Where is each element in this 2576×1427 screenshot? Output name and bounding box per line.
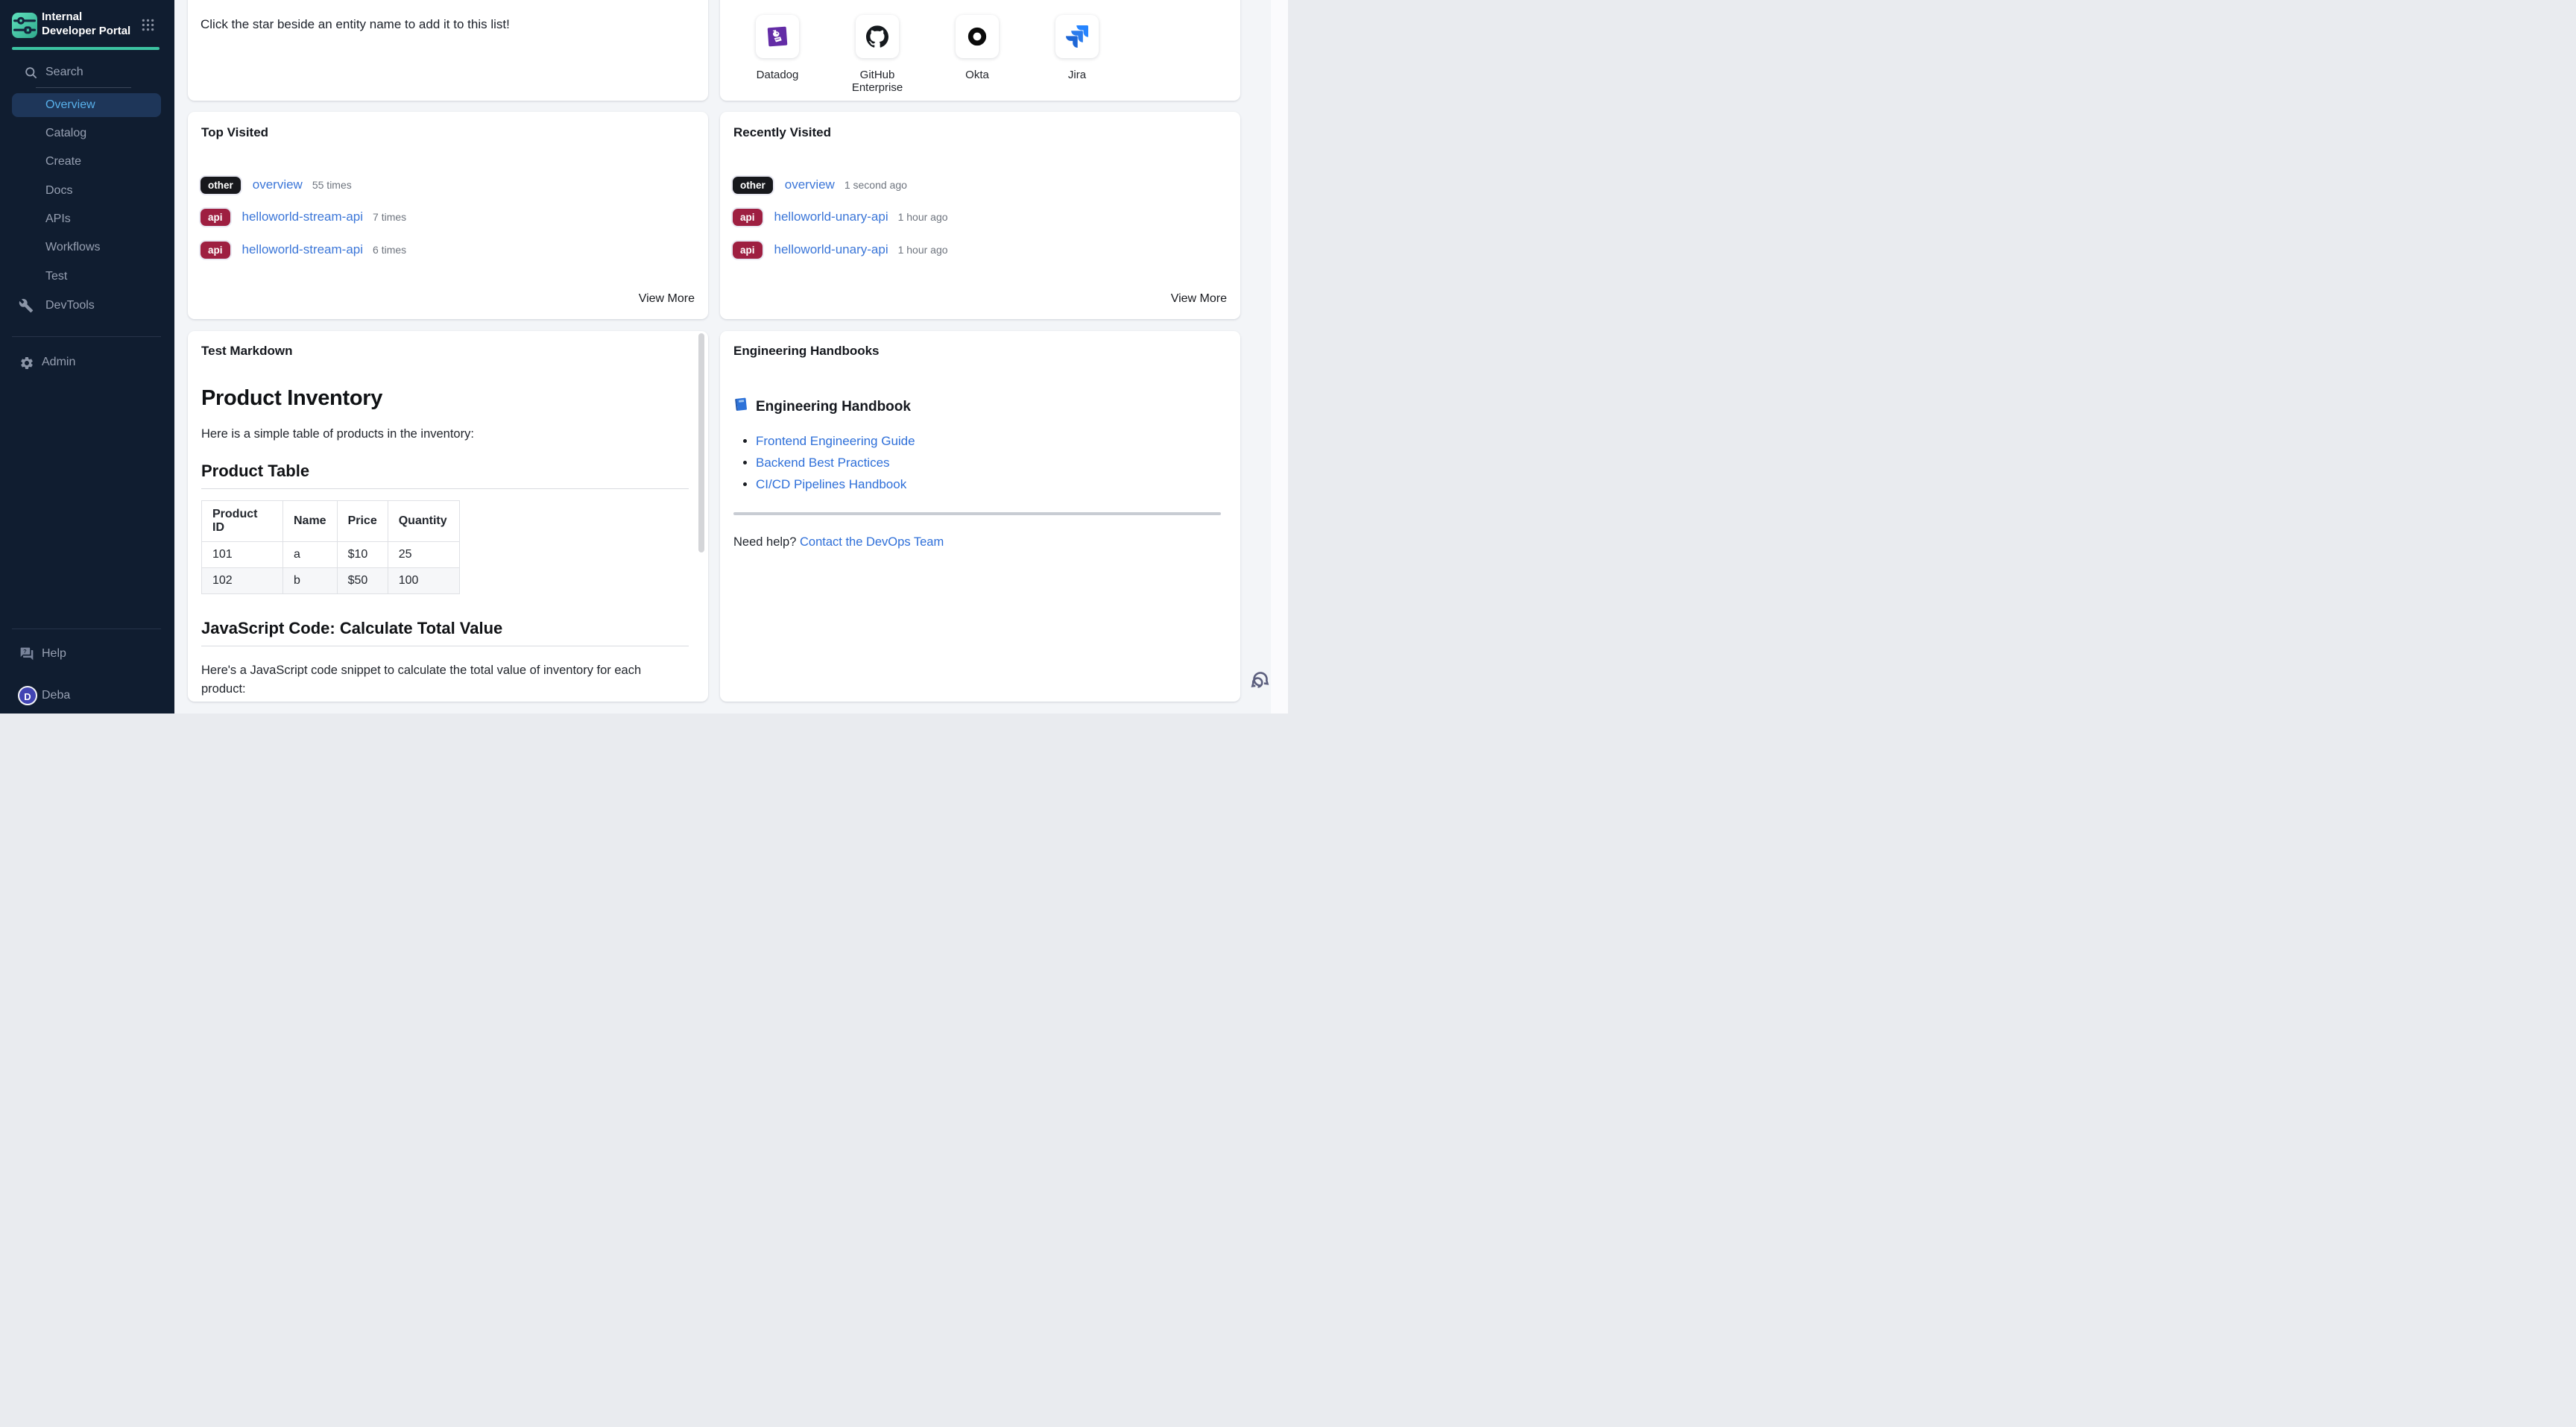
recently-visited-title: Recently Visited <box>733 125 831 140</box>
markdown-paragraph: Here's a JavaScript code snippet to calc… <box>201 661 689 699</box>
sidebar-item-workflows[interactable]: Workflows <box>12 236 161 259</box>
search-icon <box>24 66 38 80</box>
toolkit-item-jira[interactable]: Jira <box>1034 15 1120 81</box>
sidebar-item-create[interactable]: Create <box>12 150 161 174</box>
top-visited-card: Top Visited other overview 55 times api … <box>188 112 708 319</box>
list-item: Frontend Engineering Guide <box>756 430 1221 452</box>
list-item: CI/CD Pipelines Handbook <box>756 473 1221 495</box>
kind-badge: api <box>201 209 230 226</box>
thick-divider <box>733 512 1221 515</box>
visited-row: other overview 55 times <box>201 175 352 195</box>
user-name: Deba <box>42 689 70 702</box>
wrench-icon <box>19 298 34 322</box>
view-more-button[interactable]: View More <box>1171 292 1227 306</box>
page-scrollbar-track[interactable] <box>1271 0 1288 714</box>
visit-time: 1 hour ago <box>898 244 948 256</box>
app-title: Internal Developer Portal <box>42 10 137 38</box>
test-markdown-card: Test Markdown Product Inventory Here is … <box>188 331 708 702</box>
sidebar-divider <box>12 336 161 337</box>
app-window: Internal Developer Portal Search Overvie… <box>0 0 1288 714</box>
view-more-button[interactable]: View More <box>639 292 695 306</box>
visit-count: 6 times <box>373 244 406 256</box>
top-visited-title: Top Visited <box>201 125 268 140</box>
help-line: Need help? Contact the DevOps Team <box>733 535 1221 549</box>
starred-empty-message: Click the star beside an entity name to … <box>201 17 510 32</box>
entity-link[interactable]: helloworld-stream-api <box>242 210 364 224</box>
search-underline <box>36 87 131 88</box>
card-title: Test Markdown <box>201 344 689 359</box>
svg-text:?: ? <box>23 648 27 655</box>
sidebar-accent-rule <box>12 47 160 50</box>
product-table: Product ID Name Price Quantity 101 a $10… <box>201 500 460 594</box>
markdown-h1: Product Inventory <box>201 386 689 411</box>
visit-count: 7 times <box>373 211 406 223</box>
handbook-link[interactable]: Backend Best Practices <box>756 456 890 470</box>
user-avatar: D <box>18 686 37 705</box>
github-logo-icon <box>856 15 899 58</box>
kind-badge: api <box>733 242 763 259</box>
markdown-paragraph: Here is a simple table of products in th… <box>201 427 689 441</box>
sidebar-item-test[interactable]: Test <box>12 265 161 289</box>
handbook-section-heading: Engineering Handbook <box>733 397 1221 417</box>
visited-row: api helloworld-stream-api 7 times <box>201 207 406 227</box>
entity-link[interactable]: helloworld-stream-api <box>242 242 364 257</box>
gear-icon <box>19 356 34 371</box>
help-chat-icon: ? <box>19 646 34 661</box>
visited-row: api helloworld-stream-api 6 times <box>201 240 406 259</box>
table-row: 102 b $50 100 <box>202 568 460 594</box>
visited-row: other overview 1 second ago <box>733 175 907 195</box>
engineering-handbooks-card: Engineering Handbooks Engineering Handbo… <box>720 331 1240 702</box>
sidebar-item-apis[interactable]: APIs <box>12 207 161 231</box>
toolkit-card: Datadog GitHub Enterprise Okta Jira <box>720 0 1240 101</box>
table-row: 101 a $10 25 <box>202 542 460 568</box>
handbook-links-list: Frontend Engineering Guide Backend Best … <box>733 430 1221 495</box>
entity-link[interactable]: helloworld-unary-api <box>774 210 888 224</box>
recently-visited-card: Recently Visited other overview 1 second… <box>720 112 1240 319</box>
entity-link[interactable]: overview <box>785 177 835 192</box>
visit-time: 1 second ago <box>845 179 907 191</box>
jira-logo-icon <box>1055 15 1099 58</box>
kind-badge: other <box>733 177 773 194</box>
datadog-logo-icon <box>756 15 799 58</box>
handbook-link[interactable]: CI/CD Pipelines Handbook <box>756 477 906 491</box>
app-logo-icon[interactable] <box>12 13 37 38</box>
devops-contact-link[interactable]: Contact the DevOps Team <box>800 535 944 549</box>
table-header-row: Product ID Name Price Quantity <box>202 501 460 542</box>
visit-time: 1 hour ago <box>898 211 948 223</box>
sidebar: Internal Developer Portal Search Overvie… <box>0 0 174 714</box>
markdown-h2-product-table: Product Table <box>201 462 689 489</box>
sidebar-item-catalog[interactable]: Catalog <box>12 122 161 145</box>
visited-row: api helloworld-unary-api 1 hour ago <box>733 207 948 227</box>
kind-badge: other <box>201 177 241 194</box>
list-item: Backend Best Practices <box>756 452 1221 473</box>
visit-count: 55 times <box>312 179 352 191</box>
entity-link[interactable]: overview <box>253 177 303 192</box>
sidebar-item-docs[interactable]: Docs <box>12 179 161 203</box>
kind-badge: api <box>201 242 230 259</box>
starred-entities-card: Click the star beside an entity name to … <box>188 0 708 101</box>
blue-book-icon <box>733 397 749 417</box>
kind-badge: api <box>733 209 763 226</box>
toolkit-item-github[interactable]: GitHub Enterprise <box>834 15 921 94</box>
entity-link[interactable]: helloworld-unary-api <box>774 242 888 257</box>
apps-grid-icon[interactable] <box>142 19 154 31</box>
handbook-link[interactable]: Frontend Engineering Guide <box>756 434 915 448</box>
sidebar-search[interactable]: Search <box>0 64 174 82</box>
sidebar-item-overview[interactable]: Overview <box>12 93 161 117</box>
card-scrollbar-thumb[interactable] <box>698 333 704 552</box>
visited-row: api helloworld-unary-api 1 hour ago <box>733 240 948 259</box>
markdown-h2-js-code: JavaScript Code: Calculate Total Value <box>201 619 689 646</box>
toolkit-item-datadog[interactable]: Datadog <box>734 15 821 81</box>
okta-logo-icon <box>956 15 999 58</box>
card-title: Engineering Handbooks <box>733 344 1221 359</box>
sidebar-item-devtools[interactable]: DevTools <box>12 294 161 318</box>
search-input[interactable]: Search <box>45 66 83 79</box>
toolkit-item-okta[interactable]: Okta <box>934 15 1020 81</box>
